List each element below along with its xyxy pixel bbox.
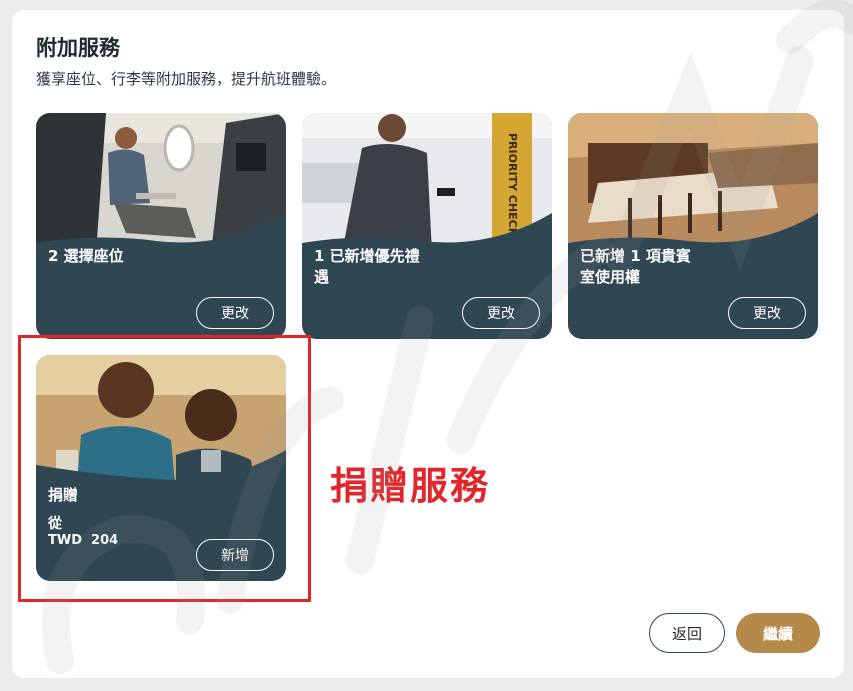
change-seat-button[interactable]: 更改 [196, 297, 274, 329]
back-button[interactable]: 返回 [649, 613, 725, 653]
card-title: 2 選擇座位 [48, 247, 124, 265]
change-priority-button[interactable]: 更改 [462, 297, 540, 329]
change-lounge-button[interactable]: 更改 [728, 297, 806, 329]
continue-button[interactable]: 繼續 [736, 613, 820, 653]
card-title: 已新增 1 項貴賓室使用權 [580, 247, 691, 286]
highlight-box [18, 335, 311, 602]
seat-card: 2 選擇座位 更改 [36, 113, 286, 339]
card-title: 1 已新增優先禮遇 [314, 247, 420, 286]
page-title: 附加服務 [36, 36, 120, 60]
lounge-card: 已新增 1 項貴賓室使用權 更改 [568, 113, 818, 339]
annotation-label: 捐贈服務 [330, 464, 491, 508]
priority-card: PRIORITY CHECK-IN 1 已新增優先禮遇 更改 [302, 113, 552, 339]
page-subtitle: 獲享座位、行李等附加服務，提升航班體驗。 [36, 70, 337, 88]
